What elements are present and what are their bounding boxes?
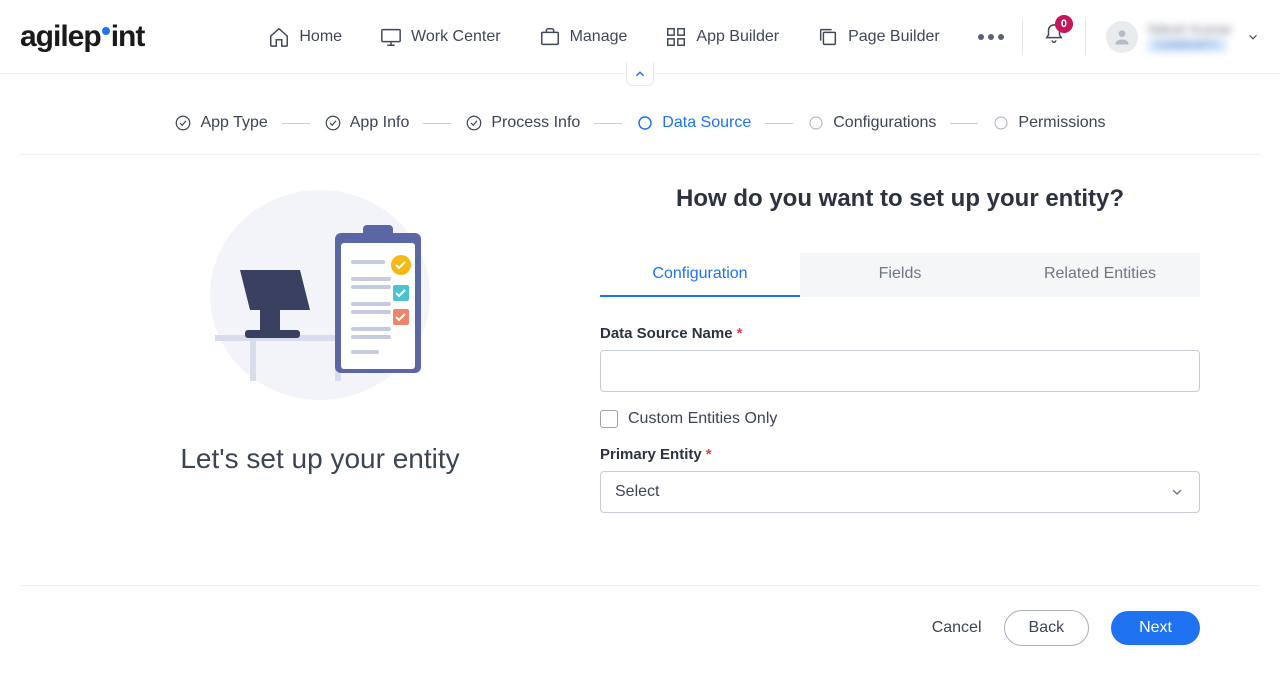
- step-separator: [765, 123, 793, 124]
- chevron-down-icon: [1169, 484, 1185, 500]
- back-button[interactable]: Back: [1004, 610, 1090, 646]
- content-right: How do you want to set up your entity? C…: [560, 185, 1200, 585]
- tab-configuration[interactable]: Configuration: [600, 253, 800, 297]
- step-label: Permissions: [1018, 114, 1105, 132]
- custom-entities-only-checkbox[interactable]: Custom Entities Only: [600, 410, 1200, 428]
- primary-nav: Home Work Center Manage App Builder Page…: [254, 20, 1017, 54]
- checkbox-label: Custom Entities Only: [628, 410, 777, 428]
- select-value: Select: [615, 483, 659, 501]
- nav-appbuilder-label: App Builder: [696, 28, 779, 46]
- step-label: App Type: [200, 114, 267, 132]
- divider: [1085, 19, 1086, 55]
- left-heading: Let's set up your entity: [180, 443, 459, 475]
- collapse-topbar: [0, 62, 1280, 86]
- monitor-icon: [380, 26, 402, 48]
- entity-tabs: Configuration Fields Related Entities: [600, 253, 1200, 297]
- nav-manage-label: Manage: [570, 28, 628, 46]
- nav-more-button[interactable]: [964, 28, 1018, 46]
- required-mark: *: [737, 325, 743, 342]
- step-separator: [423, 123, 451, 124]
- step-label: Configurations: [833, 114, 936, 132]
- nav-app-builder[interactable]: App Builder: [651, 20, 793, 54]
- avatar: [1106, 21, 1138, 53]
- wizard-footer: Cancel Back Next: [20, 585, 1260, 670]
- nav-manage[interactable]: Manage: [525, 20, 642, 54]
- nav-home[interactable]: Home: [254, 20, 356, 54]
- primary-entity-select[interactable]: Select: [600, 471, 1200, 513]
- dot-icon: [998, 34, 1004, 40]
- circle-icon: [992, 114, 1010, 132]
- wizard-steps: App Type App Info Process Info Data Sour…: [20, 86, 1260, 155]
- home-icon: [268, 26, 290, 48]
- step-separator: [950, 123, 978, 124]
- check-circle-icon: [324, 114, 342, 132]
- person-icon: [1112, 27, 1132, 47]
- step-permissions[interactable]: Permissions: [992, 114, 1105, 132]
- nav-home-label: Home: [299, 28, 342, 46]
- entity-illustration-icon: [205, 185, 435, 405]
- apps-grid-icon: [665, 26, 687, 48]
- nav-pagebuilder-label: Page Builder: [848, 28, 940, 46]
- logo-text-pre: agilep: [20, 20, 101, 54]
- user-menu[interactable]: Nilesh Kumar COMMUNITY: [1106, 21, 1260, 53]
- step-separator: [594, 123, 622, 124]
- logo-dot-icon: [102, 27, 110, 35]
- user-tag: COMMUNITY: [1148, 39, 1226, 52]
- step-data-source[interactable]: Data Source: [636, 114, 751, 132]
- content-left: Let's set up your entity: [80, 185, 560, 585]
- configuration-form: Data Source Name* Custom Entities Only P…: [600, 297, 1200, 513]
- next-button[interactable]: Next: [1111, 611, 1200, 645]
- check-circle-icon: [174, 114, 192, 132]
- app-logo[interactable]: agilep int: [20, 20, 144, 54]
- step-label: Process Info: [491, 114, 580, 132]
- required-mark: *: [706, 446, 712, 463]
- dot-icon: [988, 34, 994, 40]
- right-heading: How do you want to set up your entity?: [600, 185, 1200, 213]
- nav-page-builder[interactable]: Page Builder: [803, 20, 954, 54]
- checkbox-icon: [600, 410, 618, 428]
- wizard-container: App Type App Info Process Info Data Sour…: [20, 86, 1260, 585]
- step-label: App Info: [350, 114, 410, 132]
- circle-icon: [807, 114, 825, 132]
- logo-text-post: int: [111, 20, 145, 54]
- notifications-button[interactable]: 0: [1043, 23, 1065, 50]
- briefcase-icon: [539, 26, 561, 48]
- chevron-down-icon: [1246, 30, 1260, 44]
- nav-work-center[interactable]: Work Center: [366, 20, 515, 54]
- label-text: Primary Entity: [600, 446, 702, 463]
- nav-work-label: Work Center: [411, 28, 501, 46]
- notification-badge: 0: [1055, 15, 1073, 33]
- check-circle-icon: [465, 114, 483, 132]
- collapse-button[interactable]: [626, 62, 654, 86]
- user-text: Nilesh Kumar COMMUNITY: [1148, 21, 1232, 52]
- data-source-name-input[interactable]: [600, 350, 1200, 392]
- cancel-button[interactable]: Cancel: [932, 619, 982, 637]
- circle-icon: [636, 114, 654, 132]
- step-process-info[interactable]: Process Info: [465, 114, 580, 132]
- primary-entity-label: Primary Entity*: [600, 446, 1200, 463]
- label-text: Data Source Name: [600, 325, 733, 342]
- step-app-type[interactable]: App Type: [174, 114, 267, 132]
- divider: [1022, 19, 1023, 55]
- wizard-content: Let's set up your entity How do you want…: [20, 155, 1260, 585]
- step-label: Data Source: [662, 114, 751, 132]
- topbar-right: 0 Nilesh Kumar COMMUNITY: [1022, 19, 1260, 55]
- chevron-up-icon: [633, 67, 647, 81]
- data-source-name-label: Data Source Name*: [600, 325, 1200, 342]
- step-configurations[interactable]: Configurations: [807, 114, 936, 132]
- tab-fields[interactable]: Fields: [800, 253, 1000, 297]
- tab-related-entities[interactable]: Related Entities: [1000, 253, 1200, 297]
- copy-icon: [817, 26, 839, 48]
- step-separator: [282, 123, 310, 124]
- step-app-info[interactable]: App Info: [324, 114, 410, 132]
- user-name: Nilesh Kumar: [1148, 21, 1232, 37]
- dot-icon: [978, 34, 984, 40]
